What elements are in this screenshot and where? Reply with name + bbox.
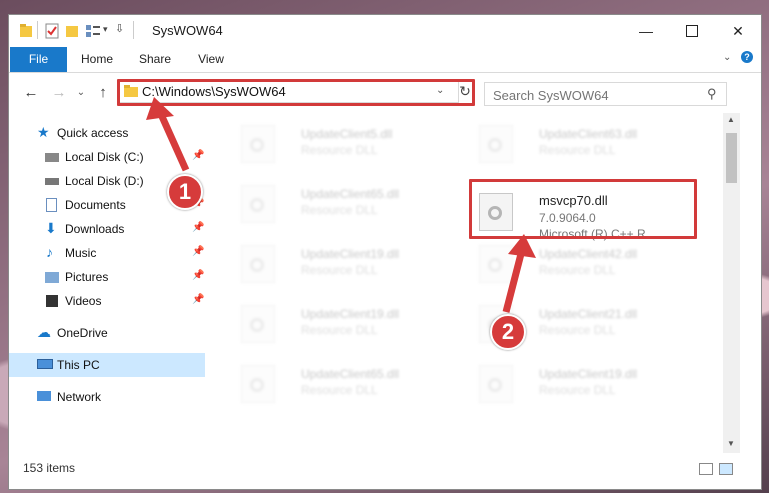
step-badge-2: 2 [490, 314, 526, 350]
arrow-1-shaft [156, 110, 190, 172]
arrow-2-shaft [502, 249, 526, 313]
annotation-arrows [146, 97, 536, 313]
arrow-2-head [508, 234, 536, 258]
step-badge-1: 1 [167, 174, 203, 210]
arrow-1-head [146, 97, 174, 120]
